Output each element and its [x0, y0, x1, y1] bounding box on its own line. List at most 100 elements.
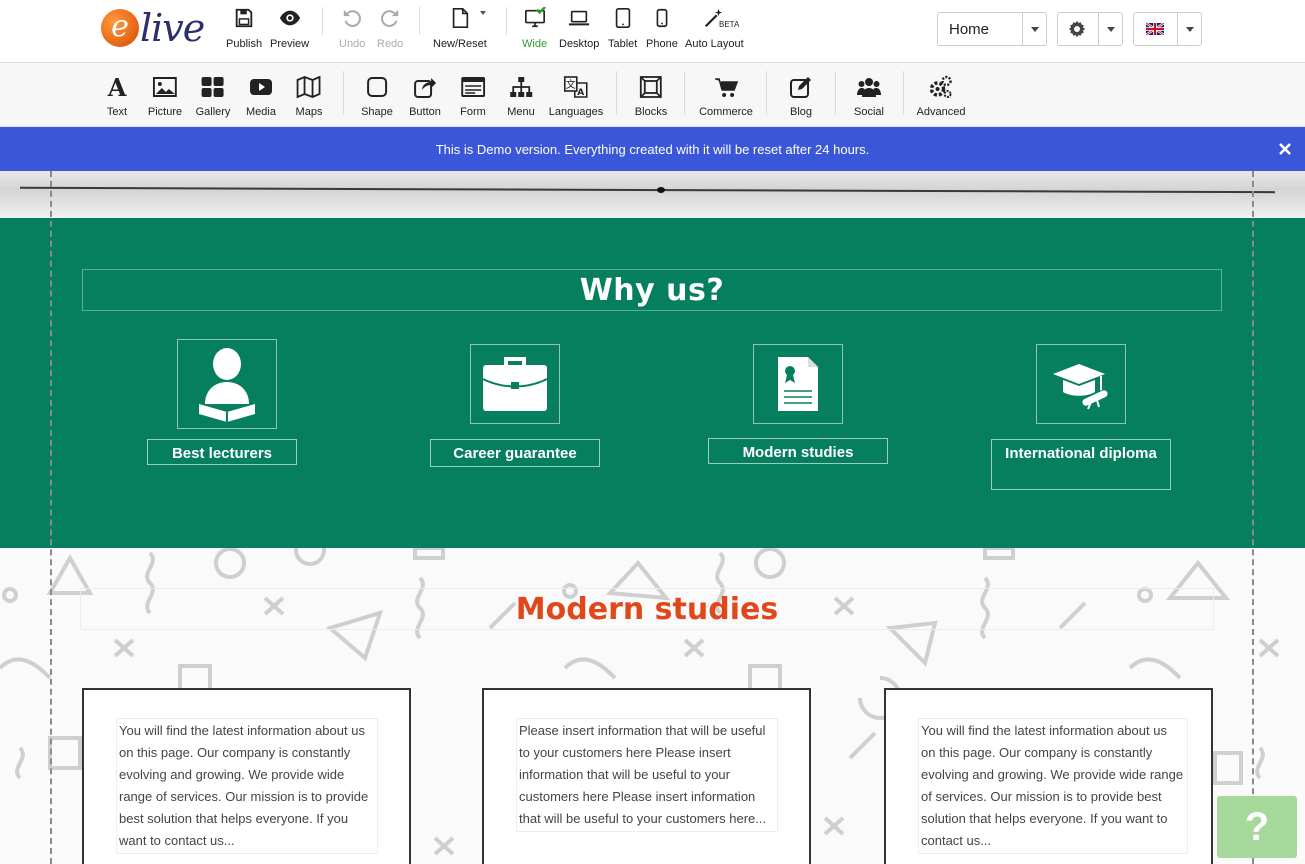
desktop-label: Desktop	[559, 38, 600, 50]
wide-label: Wide	[522, 38, 548, 50]
undo-button[interactable]: Undo	[339, 7, 365, 50]
monitor-check-icon	[524, 7, 546, 28]
save-icon	[235, 8, 253, 28]
feature-label-career[interactable]: Career guarantee	[430, 439, 600, 467]
undo-icon	[343, 9, 362, 27]
tablet-view-button[interactable]: Tablet	[608, 7, 637, 50]
new-reset-caret-icon[interactable]	[480, 11, 486, 15]
shape-icon	[367, 77, 387, 97]
help-button[interactable]: ?	[1217, 796, 1297, 858]
study-card-text[interactable]: You will find the latest information abo…	[918, 718, 1188, 854]
tool-blog[interactable]: Blog	[789, 75, 813, 118]
undo-label: Undo	[339, 38, 366, 50]
layout-guide-left	[50, 171, 52, 864]
diploma-feature-image[interactable]	[1036, 344, 1126, 424]
preview-button[interactable]: Preview	[270, 7, 309, 50]
tool-blocks[interactable]: Blocks	[635, 75, 667, 118]
languages-icon: 文A	[564, 76, 588, 98]
toolbar-divider	[419, 7, 420, 35]
tool-label: Form	[460, 106, 486, 118]
tool-label: Shape	[361, 106, 393, 118]
settings-dropdown-toggle[interactable]	[1098, 13, 1122, 45]
desktop-view-button[interactable]: Desktop	[559, 7, 599, 50]
why-us-section[interactable]: Why us? Best lecturers Career guarantee …	[0, 218, 1305, 548]
tool-menu[interactable]: Menu	[507, 75, 535, 118]
feature-label-diploma[interactable]: International diploma	[991, 439, 1171, 490]
modern-studies-section[interactable]: Modern studies You will find the latest …	[0, 548, 1305, 864]
tool-form[interactable]: Form	[460, 75, 486, 118]
certificate-icon	[778, 357, 818, 411]
studies-feature-image[interactable]	[753, 344, 843, 424]
study-card[interactable]: Please insert information that will be u…	[482, 688, 811, 864]
language-dropdown[interactable]	[1133, 12, 1202, 46]
wood-plank-line	[20, 186, 1275, 194]
button-icon	[414, 78, 436, 98]
wood-header-section[interactable]	[0, 171, 1305, 218]
tool-label: Media	[246, 106, 276, 118]
cart-icon	[714, 78, 738, 97]
tool-languages[interactable]: 文A Languages	[549, 75, 603, 118]
study-card[interactable]: You will find the latest information abo…	[884, 688, 1213, 864]
new-reset-button[interactable]: New/Reset	[433, 7, 487, 50]
demo-banner: This is Demo version. Everything created…	[0, 127, 1305, 171]
tool-label: Picture	[147, 106, 183, 118]
element-toolbar: A Text Picture Gallery Media Maps Shape …	[0, 63, 1305, 127]
lecturer-icon	[199, 348, 255, 422]
tool-gallery[interactable]: Gallery	[195, 75, 231, 118]
toolbar-divider	[616, 71, 617, 115]
study-card[interactable]: You will find the latest information abo…	[82, 688, 411, 864]
redo-label: Redo	[377, 38, 404, 50]
picture-icon	[153, 77, 177, 97]
eye-icon	[279, 10, 300, 26]
tool-media[interactable]: Media	[246, 75, 276, 118]
feature-label-lecturers[interactable]: Best lecturers	[147, 439, 297, 465]
modern-studies-heading-box[interactable]: Modern studies	[80, 588, 1214, 630]
phone-label: Phone	[646, 38, 678, 50]
career-feature-image[interactable]	[470, 344, 560, 424]
wide-view-button[interactable]: Wide	[522, 7, 547, 50]
tool-label: Text	[106, 106, 128, 118]
gear-icon	[1068, 20, 1086, 38]
page-select-dropdown[interactable]	[1022, 13, 1046, 45]
tool-button[interactable]: Button	[409, 75, 441, 118]
study-card-text[interactable]: Please insert information that will be u…	[516, 718, 778, 832]
publish-button[interactable]: Publish	[226, 7, 262, 50]
tool-label: Gallery	[195, 106, 231, 118]
feature-label-studies[interactable]: Modern studies	[708, 438, 888, 464]
logo-text: live	[140, 6, 205, 50]
tool-advanced[interactable]: Advanced	[917, 75, 965, 118]
tool-maps[interactable]: Maps	[296, 75, 322, 118]
toolbar-divider	[903, 71, 904, 115]
blocks-icon	[640, 76, 662, 98]
redo-button[interactable]: Redo	[377, 7, 403, 50]
laptop-icon	[569, 10, 590, 26]
study-card-text[interactable]: You will find the latest information abo…	[116, 718, 378, 854]
briefcase-icon	[482, 357, 548, 411]
toolbar-divider	[684, 71, 685, 115]
page-select-value: Home	[949, 20, 990, 38]
tool-text[interactable]: A Text	[105, 75, 129, 118]
graduation-cap-icon	[1053, 364, 1109, 410]
language-button[interactable]	[1134, 13, 1177, 45]
tool-commerce[interactable]: Commerce	[699, 75, 753, 118]
language-dropdown-toggle[interactable]	[1177, 13, 1201, 45]
uk-flag-icon	[1146, 23, 1164, 35]
lecturer-feature-image[interactable]	[177, 339, 277, 429]
tool-social[interactable]: Social	[854, 75, 884, 118]
tool-picture[interactable]: Picture	[148, 75, 182, 118]
top-toolbar: e live Publish Preview Undo Redo New/Res…	[0, 0, 1305, 63]
tool-label: Languages	[548, 106, 604, 118]
why-us-heading-box[interactable]: Why us?	[82, 269, 1222, 311]
chevron-down-icon	[1185, 26, 1194, 32]
tool-shape[interactable]: Shape	[361, 75, 393, 118]
page-select[interactable]: Home	[937, 12, 1047, 46]
phone-view-button[interactable]: Phone	[646, 7, 678, 50]
help-question-icon: ?	[1244, 804, 1270, 849]
advanced-icon	[930, 75, 953, 98]
tool-label: Social	[854, 106, 884, 118]
close-icon[interactable]	[1277, 141, 1293, 157]
settings-dropdown[interactable]	[1057, 12, 1123, 46]
settings-button[interactable]	[1058, 13, 1098, 45]
svg-text:A: A	[107, 75, 127, 99]
elive-logo[interactable]: e live	[101, 5, 205, 51]
